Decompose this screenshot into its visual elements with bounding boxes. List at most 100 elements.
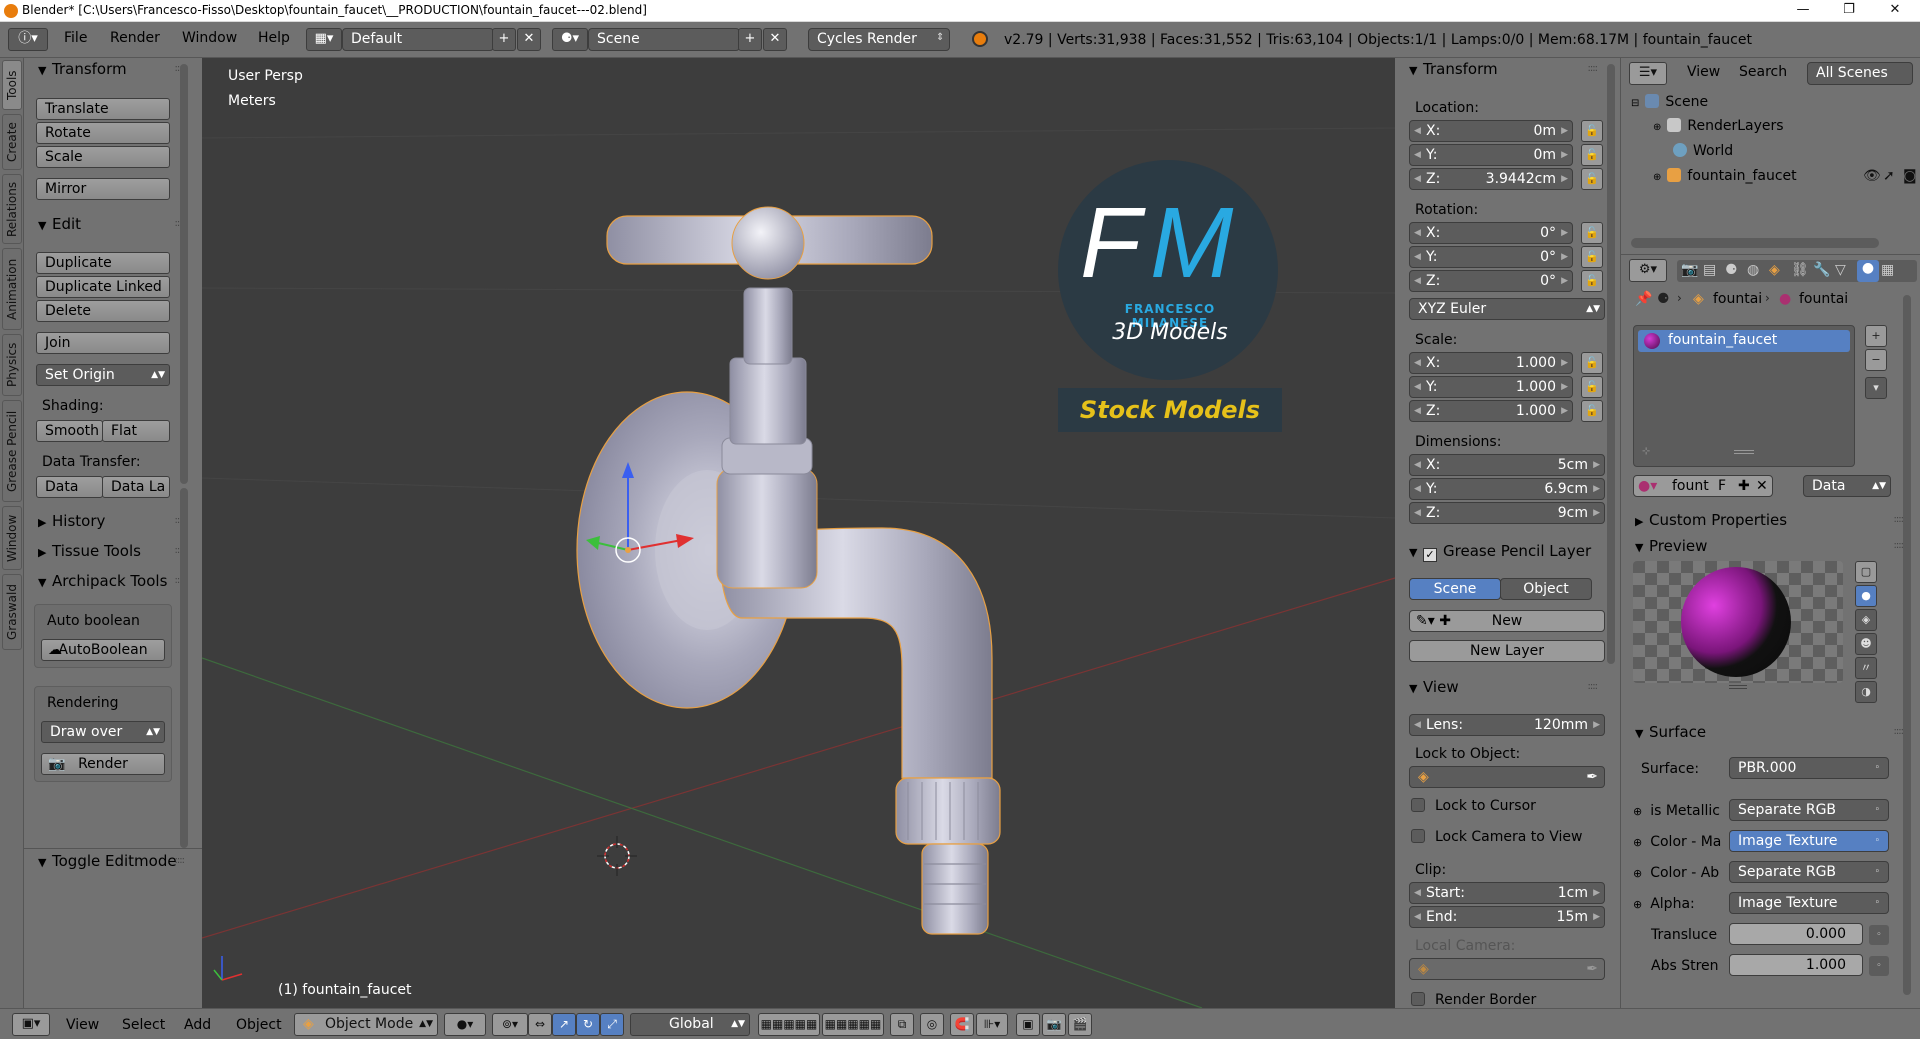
screen-layout-select[interactable]: Default [342,28,494,51]
panel-transform-header[interactable]: ▼Transform:::: [30,58,192,80]
data-layout-button[interactable]: Data La [102,476,170,498]
panel-archipack-header[interactable]: ▼Archipack Tools:::: [30,570,192,592]
grip-icon[interactable]: :::: [1894,535,1905,557]
properties-editor-icon[interactable]: ⚙▾ [1629,259,1667,282]
delete-button[interactable]: Delete [36,300,170,322]
select-arrow-icon[interactable]: ➚ [1883,168,1895,184]
remove-layout-icon[interactable]: ✕ [517,28,541,51]
object-context-icon[interactable]: ◈ [1769,262,1780,278]
expand-icon[interactable]: ⊟ [1631,98,1639,109]
preview-grip-icon[interactable] [1729,685,1747,689]
menu-render[interactable]: Render [110,30,160,46]
viewport-editor-icon[interactable]: ▣▾ [12,1013,50,1036]
new-material-icon[interactable]: ✚ [1738,476,1750,496]
world-context-icon[interactable]: ◍ [1747,262,1759,278]
scale-x-field[interactable]: ◀ X: 1.000 ▶ [1409,352,1573,374]
lock-icon[interactable]: 🔓 [1581,120,1603,142]
rotation-z-field[interactable]: ◀ Z: 0° ▶ [1409,270,1573,292]
location-y-field[interactable]: ◀ Y: 0m ▶ [1409,144,1573,166]
menu-add[interactable]: Add [184,1017,211,1033]
preview-monkey-icon[interactable]: ☻ [1855,633,1877,655]
join-button[interactable]: Join [36,332,170,354]
socket-link-color-ma[interactable]: Image Texture ◦ [1729,830,1889,852]
link-data-dropdown[interactable]: Data ▲▼ [1803,475,1891,497]
scale-button[interactable]: Scale [36,146,170,168]
outliner-search-menu[interactable]: Search [1739,64,1787,80]
renderlayer-context-icon[interactable]: ▤ [1703,262,1716,278]
manipulator-toggle-icon[interactable]: ⇔ [528,1013,552,1036]
lock-icon[interactable]: 🔓 [1581,222,1603,244]
scene-context-icon[interactable]: ⚈ [1725,262,1738,278]
dimension-y-field[interactable]: ◀ Y: 6.9cm ▶ [1409,478,1605,500]
snap-element-icon[interactable]: ⊪▾ [976,1013,1008,1036]
mode-select[interactable]: ◈ Object Mode ▲▼ [294,1013,438,1036]
tab-graswald[interactable]: Graswald [2,574,22,650]
expand-icon[interactable]: ⊕ [1653,172,1661,183]
add-layout-icon[interactable]: + [492,28,516,51]
properties-scrollbar[interactable] [1903,295,1911,995]
preview-world-icon[interactable]: ◑ [1855,681,1877,703]
smooth-button[interactable]: Smooth [36,420,103,442]
set-origin-dropdown[interactable]: Set Origin ▲▼ [36,364,170,386]
panel-custom-properties-header[interactable]: ▶ Custom Properties:::: [1627,509,1911,531]
layers-grid-1[interactable]: ▦▦▦▦▦ [758,1013,820,1036]
menu-view[interactable]: View [66,1017,99,1033]
material-datablock[interactable]: ●▾ fount F ✚ ✕ [1633,475,1773,497]
eyedropper-icon[interactable]: ✒ [1586,767,1598,787]
checkbox-checked-icon[interactable]: ✓ [1423,548,1437,562]
resize-handle-icon[interactable]: ⊹ [1642,446,1650,457]
socket-expand-icon[interactable]: ⊕ [1633,805,1642,818]
menu-file[interactable]: File [64,30,87,46]
draw-over-dropdown[interactable]: Draw over ▲▼ [41,721,165,743]
preview-cube-icon[interactable]: ◈ [1855,609,1877,631]
grip-icon[interactable]: :::: [1894,509,1905,531]
outliner-scrollbar[interactable] [1631,238,1879,248]
scale-manipulator-icon[interactable]: ⤢ [600,1013,624,1036]
panel-view-header[interactable]: ▼ View:::: [1401,676,1605,698]
outliner-view-menu[interactable]: View [1687,64,1720,80]
panel-preview-header[interactable]: ▼ Preview:::: [1627,535,1911,557]
mirror-button[interactable]: Mirror [36,178,170,200]
lock-icon[interactable]: 🔓 [1581,246,1603,268]
3d-viewport[interactable]: F M FRANCESCO MILANESE 3D Models Stock M… [202,58,1395,1008]
tab-create[interactable]: Create [2,114,22,170]
preview-sphere-icon[interactable]: ● [1855,585,1877,607]
lock-icon[interactable]: 🔓 [1581,376,1603,398]
data-context-icon[interactable]: ▽ [1835,262,1846,278]
lock-object-field[interactable]: ◈ ✒ [1409,766,1605,788]
menu-help[interactable]: Help [258,30,290,46]
lock-icon[interactable]: 🔓 [1581,352,1603,374]
scene-select[interactable]: Scene [588,28,740,51]
preview-hair-icon[interactable]: 〃 [1855,657,1877,679]
material-name[interactable]: fount [1672,476,1709,496]
layer-lock-icon[interactable]: ⧉ [890,1013,914,1036]
outliner-editor-icon[interactable]: ☰▾ [1629,62,1667,85]
pin-icon[interactable]: 📌 [1635,291,1652,307]
lock-icon[interactable]: 🔓 [1581,144,1603,166]
lens-field[interactable]: ◀ Lens: 120mm ▶ [1409,714,1605,736]
dimension-z-field[interactable]: ◀ Z: 9cm ▶ [1409,502,1605,524]
outliner-item-fountain-faucet[interactable]: ⊕ fountain_faucet [1653,168,1797,184]
outliner-item-world[interactable]: World [1673,143,1733,159]
pivot-point-icon[interactable]: ⊚▾ [492,1013,528,1036]
translate-button[interactable]: Translate [36,98,170,120]
preview-flat-icon[interactable]: ▢ [1855,561,1877,583]
socket-expand-icon[interactable]: ⊕ [1633,836,1642,849]
lock-camera-checkbox[interactable] [1411,829,1425,843]
maximize-button[interactable]: ❐ [1826,0,1872,22]
proportional-edit-icon[interactable]: ◎ [920,1013,944,1036]
render-animation-icon[interactable]: 🎬 [1068,1013,1092,1036]
autoboolean-button[interactable]: ☁ AutoBoolean [41,639,165,661]
socket-link-metallic[interactable]: Separate RGB ◦ [1729,799,1889,821]
material-slot-list[interactable]: fountain_faucet ⊹ [1633,325,1855,467]
render-still-icon[interactable]: 📷 [1042,1013,1066,1036]
socket-link-color-ab[interactable]: Separate RGB ◦ [1729,861,1889,883]
socket-link-icon[interactable]: ◦ [1869,925,1889,945]
rotation-x-field[interactable]: ◀ X: 0° ▶ [1409,222,1573,244]
lock-icon[interactable]: 🔓 [1581,400,1603,422]
close-button[interactable]: ✕ [1872,0,1918,22]
gp-object-toggle[interactable]: Object [1500,578,1592,600]
local-camera-field[interactable]: ◈ ✒ [1409,958,1605,980]
eyedropper-icon[interactable]: ✒ [1586,959,1598,979]
constraints-context-icon[interactable]: ⛓ [1791,262,1809,278]
